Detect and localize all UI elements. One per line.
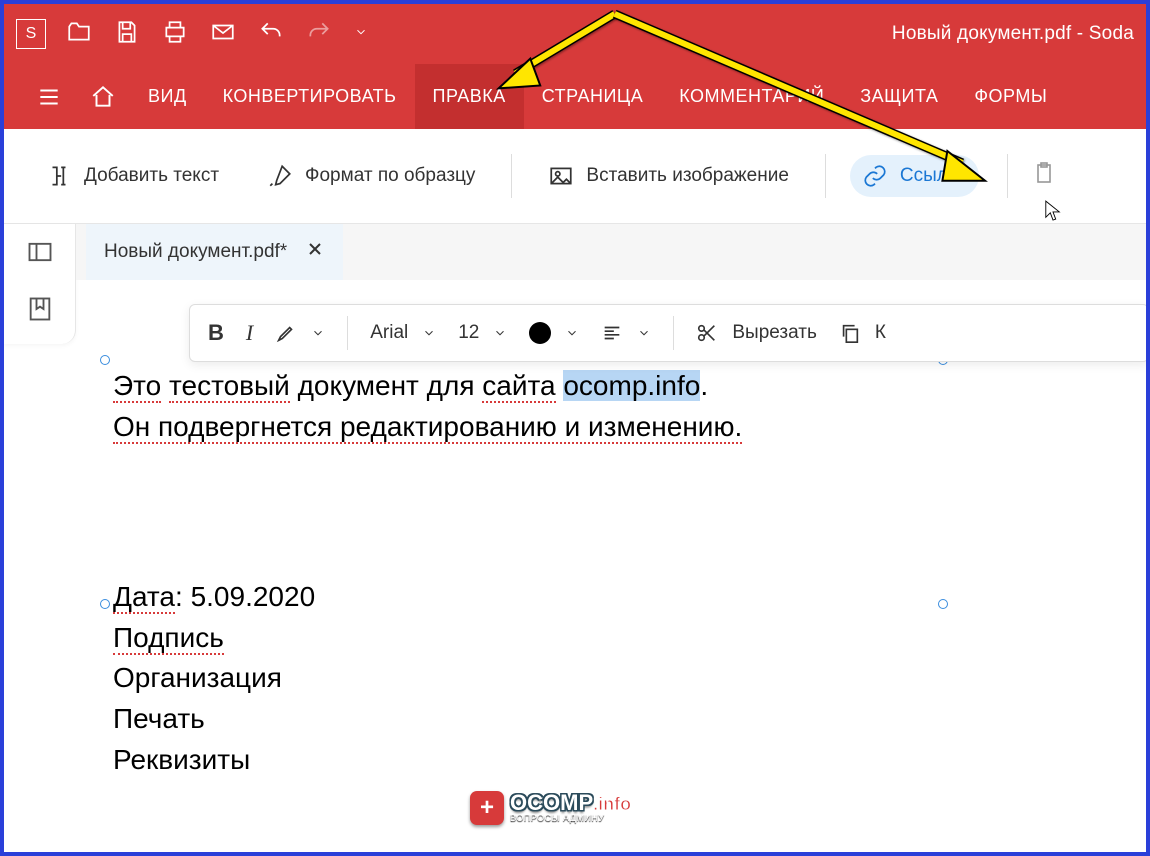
toolbar-divider <box>511 154 512 198</box>
font-color-select[interactable] <box>529 322 579 344</box>
menu-page[interactable]: СТРАНИЦА <box>524 64 661 129</box>
scissors-icon <box>696 322 718 344</box>
quickaccess-more-icon[interactable] <box>354 25 368 44</box>
chevron-down-icon <box>422 326 436 340</box>
menu-convert[interactable]: КОНВЕРТИРОВАТЬ <box>205 64 415 129</box>
app-logo[interactable]: S <box>16 19 46 49</box>
mouse-cursor-icon <box>1044 199 1062 228</box>
document-tab-label: Новый документ.pdf* <box>104 241 287 263</box>
panels-icon[interactable] <box>26 238 54 271</box>
side-panel <box>4 224 76 344</box>
text-word: сайта <box>482 370 555 403</box>
format-divider <box>347 316 348 350</box>
link-label: Ссылка <box>900 165 967 187</box>
title-bar: S Новый документ.pdf - Soda <box>4 4 1146 64</box>
insert-image-label: Вставить изображение <box>586 165 788 187</box>
undo-icon[interactable] <box>258 19 284 50</box>
format-painter-label: Формат по образцу <box>305 165 475 187</box>
menu-bar: ВИД КОНВЕРТИРОВАТЬ ПРАВКА СТРАНИЦА КОММЕ… <box>4 64 1146 129</box>
italic-button[interactable]: I <box>246 320 253 346</box>
text-content[interactable]: Это тестовый документ для сайта ocomp.in… <box>105 360 943 786</box>
menu-comment[interactable]: КОММЕНТАРИЙ <box>661 64 842 129</box>
menu-forms[interactable]: ФОРМЫ <box>956 64 1065 129</box>
format-painter-button[interactable]: Формат по образцу <box>255 155 487 197</box>
toolbar-divider <box>1007 154 1008 198</box>
font-family-select[interactable]: Arial <box>370 322 436 344</box>
insert-image-button[interactable]: Вставить изображение <box>536 155 800 197</box>
bookmark-icon[interactable] <box>26 295 54 328</box>
add-text-label: Добавить текст <box>84 165 219 187</box>
close-tab-icon[interactable] <box>305 239 325 265</box>
copy-icon <box>839 322 861 344</box>
chevron-down-icon <box>565 326 579 340</box>
home-icon[interactable] <box>76 64 130 129</box>
chevron-down-icon <box>493 326 507 340</box>
resize-handle[interactable] <box>100 599 110 609</box>
add-text-button[interactable]: Добавить текст <box>34 155 231 197</box>
brush-icon <box>267 163 293 189</box>
align-select[interactable] <box>601 322 651 344</box>
hamburger-icon[interactable] <box>22 64 76 129</box>
menu-edit[interactable]: ПРАВКА <box>415 64 524 129</box>
text-word: Печать <box>113 703 205 734</box>
align-left-icon <box>601 322 623 344</box>
document-page[interactable]: Это тестовый документ для сайта ocomp.in… <box>89 289 1142 848</box>
document-tabs: Новый документ.pdf* <box>76 224 1146 280</box>
resize-handle[interactable] <box>100 355 110 365</box>
font-size-value: 12 <box>458 322 479 344</box>
toolbar-divider <box>825 154 826 198</box>
window-title: Новый документ.pdf - Soda <box>892 23 1134 45</box>
text-word: Подпись <box>113 622 224 655</box>
mail-icon[interactable] <box>210 19 236 50</box>
text-word: Дата <box>113 581 175 614</box>
link-icon <box>862 163 888 189</box>
text-line: Он подвергнется редактированию и изменен… <box>113 411 742 444</box>
link-button[interactable]: Ссылка <box>850 155 979 197</box>
menu-protect[interactable]: ЗАЩИТА <box>842 64 956 129</box>
text-word: Организация <box>113 662 282 693</box>
text-word: Реквизиты <box>113 744 250 775</box>
text-cursor-icon <box>46 163 72 189</box>
text-word: 5.09.2020 <box>191 581 316 612</box>
open-icon[interactable] <box>66 19 92 50</box>
chevron-down-icon <box>637 326 651 340</box>
cut-button[interactable]: Вырезать <box>696 322 817 344</box>
marker-icon <box>275 322 297 344</box>
chevron-down-icon <box>311 326 325 340</box>
font-family-value: Arial <box>370 322 408 344</box>
font-size-select[interactable]: 12 <box>458 322 507 344</box>
text-word: документ для <box>298 370 475 401</box>
redo-icon[interactable] <box>306 19 332 50</box>
format-popup-bar: B I Arial 12 Вырезать К <box>189 304 1149 362</box>
copy-label: К <box>875 322 886 344</box>
print-icon[interactable] <box>162 19 188 50</box>
edit-toolbar: Добавить текст Формат по образцу Вставит… <box>4 129 1146 224</box>
selected-text[interactable]: ocomp.info <box>563 370 700 401</box>
save-icon[interactable] <box>114 19 140 50</box>
text-edit-box[interactable]: Это тестовый документ для сайта ocomp.in… <box>104 359 944 839</box>
document-tab[interactable]: Новый документ.pdf* <box>86 224 343 280</box>
text-word: Это <box>113 370 161 403</box>
resize-handle[interactable] <box>938 599 948 609</box>
image-icon <box>548 163 574 189</box>
bold-button[interactable]: B <box>208 320 224 346</box>
cut-label: Вырезать <box>732 322 817 344</box>
color-swatch <box>529 322 551 344</box>
clipboard-icon[interactable] <box>1032 161 1056 191</box>
copy-button[interactable]: К <box>839 322 886 344</box>
text-word: тестовый <box>169 370 290 403</box>
text-word: . <box>700 370 708 401</box>
menu-view[interactable]: ВИД <box>130 64 205 129</box>
highlight-button[interactable] <box>275 322 325 344</box>
format-divider <box>673 316 674 350</box>
